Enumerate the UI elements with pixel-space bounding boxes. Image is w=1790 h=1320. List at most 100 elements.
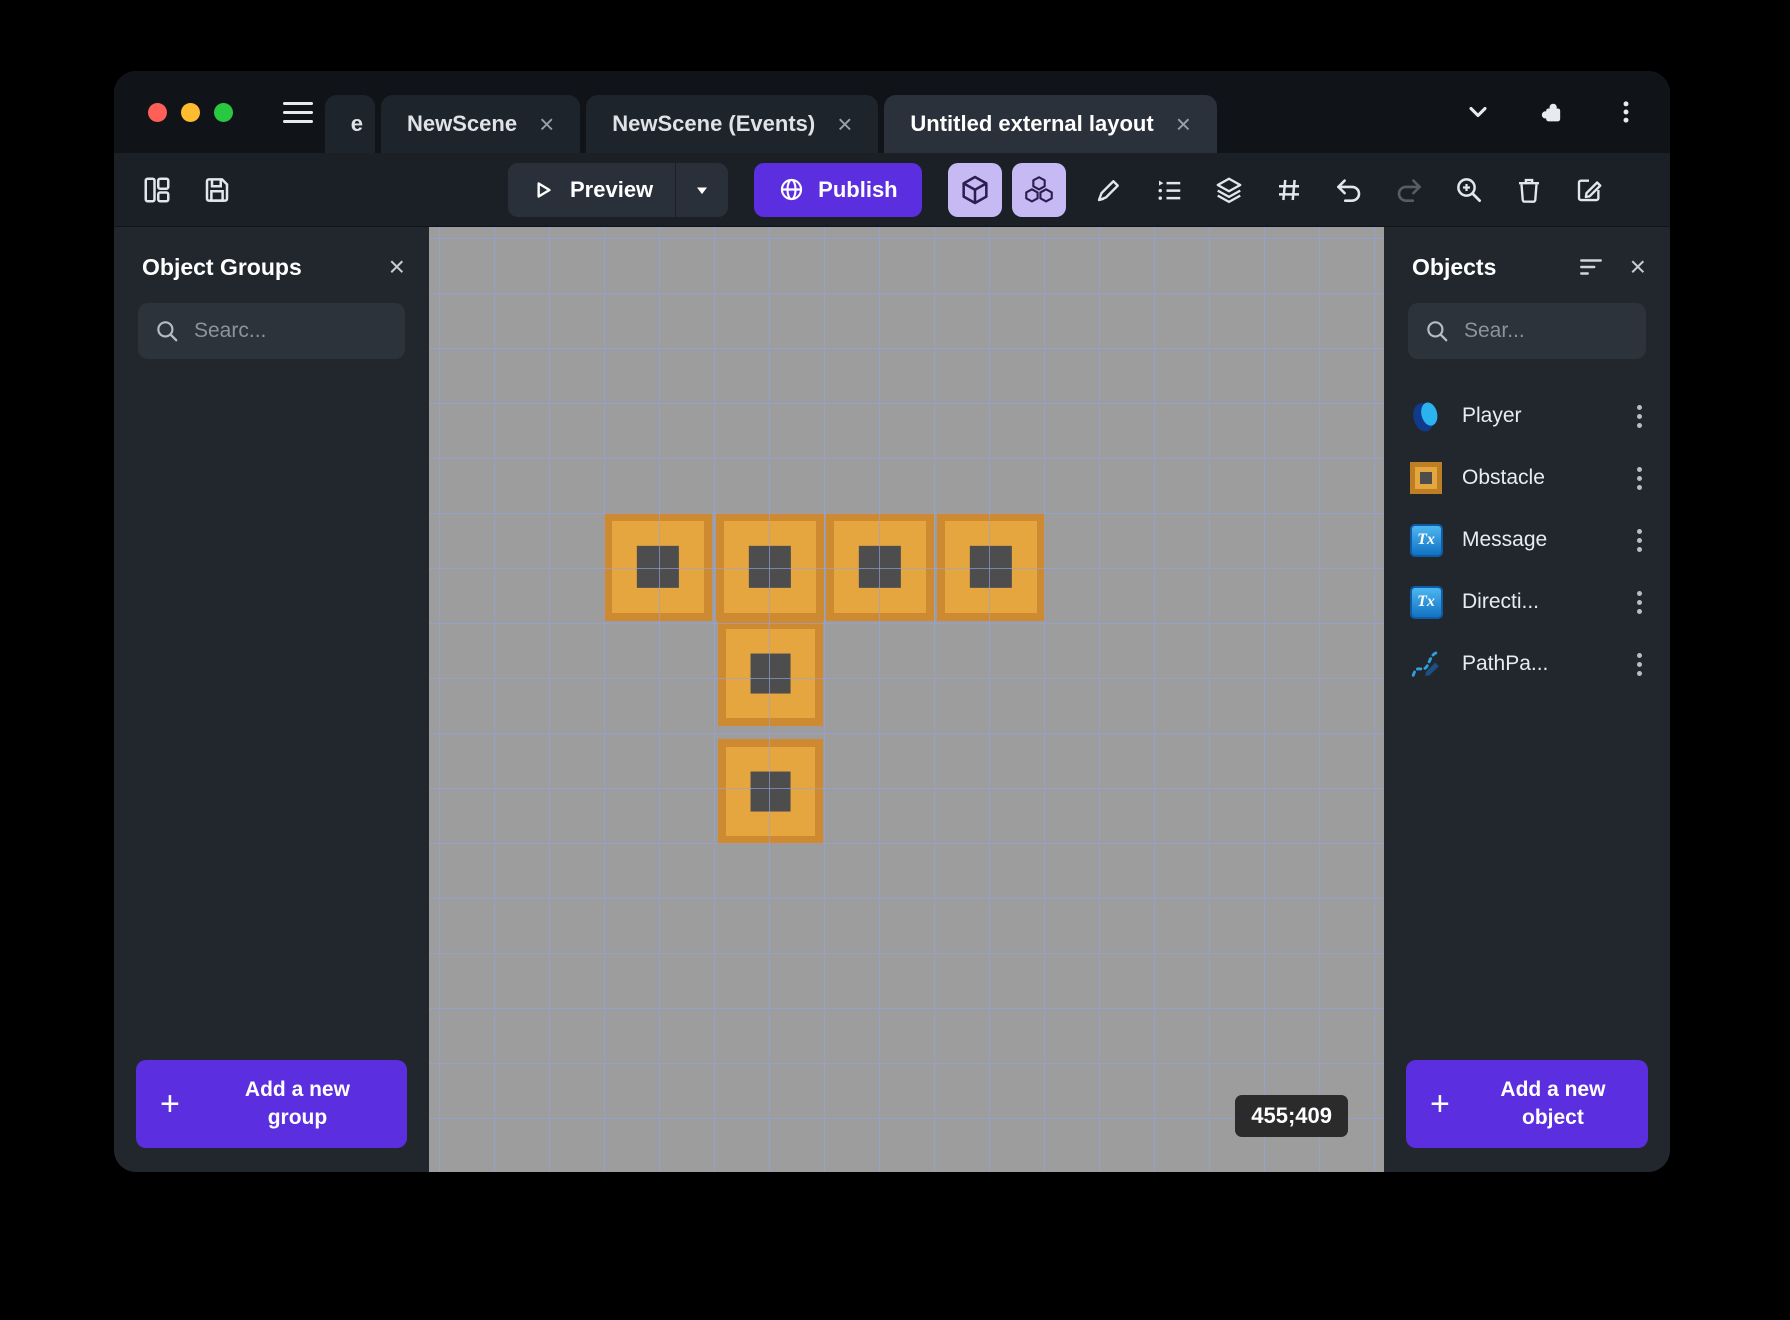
- object-groups-search[interactable]: [138, 303, 405, 359]
- minimize-window-button[interactable]: [181, 102, 200, 122]
- object-row-pathpaint[interactable]: PathPa...: [1384, 633, 1670, 695]
- preview-options-button[interactable]: [676, 180, 728, 200]
- filter-icon[interactable]: [1578, 254, 1604, 280]
- preview-label: Preview: [570, 176, 654, 202]
- tab-close-icon[interactable]: ×: [837, 111, 852, 137]
- instances-view-button[interactable]: [1011, 162, 1066, 217]
- text-object-icon: Tx: [1409, 585, 1443, 619]
- object-groups-title: Object Groups: [142, 253, 302, 280]
- obstacle-instance[interactable]: [826, 513, 934, 621]
- tab-newscene[interactable]: NewScene ×: [381, 95, 581, 153]
- grid-icon: [1278, 179, 1299, 200]
- kebab-icon: [1623, 101, 1629, 123]
- extensions-button[interactable]: [1538, 98, 1566, 126]
- tab-close-icon[interactable]: ×: [539, 111, 554, 137]
- edit-note-icon: [1577, 178, 1602, 201]
- paint-brush-button[interactable]: [1092, 173, 1126, 207]
- objects-search[interactable]: [1408, 303, 1646, 359]
- tab-close-icon[interactable]: ×: [1176, 111, 1191, 137]
- play-icon: [537, 181, 551, 198]
- publish-button[interactable]: Publish: [754, 162, 922, 217]
- cube-icon: [962, 175, 988, 204]
- list-icon: [1158, 180, 1180, 200]
- add-new-group-button[interactable]: + Add a new group: [136, 1060, 407, 1148]
- tab-partial[interactable]: e: [325, 95, 375, 153]
- close-object-groups-button[interactable]: ×: [389, 253, 405, 281]
- obstacle-instance-core: [748, 545, 792, 589]
- main-menu-button[interactable]: [283, 101, 313, 123]
- plus-icon: +: [1430, 1085, 1450, 1123]
- trash-icon: [1518, 178, 1539, 203]
- layers-button[interactable]: [1212, 173, 1246, 207]
- path-object-icon: [1411, 651, 1441, 677]
- search-icon: [157, 321, 178, 342]
- pencil-icon: [1097, 179, 1119, 201]
- text-object-icon: Tx: [1409, 523, 1443, 557]
- object-row-directions[interactable]: Tx Directi...: [1384, 571, 1670, 633]
- close-objects-button[interactable]: ×: [1630, 253, 1646, 281]
- object-groups-panel: Object Groups × + Add a new group: [114, 227, 429, 1172]
- close-window-button[interactable]: [148, 102, 167, 122]
- add-group-label-line1: Add a new: [244, 1077, 350, 1101]
- instances-list-button[interactable]: [1152, 173, 1186, 207]
- toolbar: Preview Publish: [114, 153, 1670, 227]
- object-options-icon[interactable]: [1637, 661, 1642, 667]
- redo-icon: [1397, 178, 1421, 202]
- obstacle-instance[interactable]: [937, 513, 1045, 621]
- tab-untitled-external-layout[interactable]: Untitled external layout ×: [884, 95, 1217, 153]
- rename-button[interactable]: [1572, 173, 1606, 207]
- search-icon: [1427, 321, 1448, 342]
- tab-newscene-events[interactable]: NewScene (Events) ×: [586, 95, 879, 153]
- object-row-obstacle[interactable]: Obstacle: [1384, 447, 1670, 509]
- zoom-window-button[interactable]: [214, 102, 233, 122]
- object-options-icon[interactable]: [1637, 413, 1642, 419]
- obstacle-instance[interactable]: [718, 739, 823, 844]
- obstacle-instance[interactable]: [716, 513, 824, 621]
- save-icon: [205, 177, 229, 202]
- delete-button[interactable]: [1512, 173, 1546, 207]
- view-3d-button[interactable]: [947, 162, 1002, 217]
- undo-button[interactable]: [1332, 173, 1366, 207]
- tab-label: NewScene: [407, 111, 518, 136]
- player-object-icon: [1413, 402, 1438, 432]
- undo-icon: [1336, 178, 1360, 202]
- puzzle-icon: [1541, 103, 1561, 122]
- tab-bar: e NewScene × NewScene (Events) × Untitle…: [325, 71, 1223, 153]
- obstacle-instance-core: [969, 545, 1013, 589]
- object-options-icon[interactable]: [1637, 475, 1642, 481]
- window-options-button[interactable]: [1612, 98, 1640, 126]
- caret-down-icon: [697, 187, 708, 194]
- add-object-label-line2: object: [1522, 1106, 1584, 1129]
- object-row-message[interactable]: Tx Message: [1384, 509, 1670, 571]
- object-options-icon[interactable]: [1637, 537, 1642, 543]
- object-groups-search-input[interactable]: [192, 318, 389, 344]
- object-options-icon[interactable]: [1637, 599, 1642, 605]
- obstacle-object-icon: [1410, 462, 1442, 494]
- redo-button[interactable]: [1392, 173, 1426, 207]
- magnifier-plus-icon: [1456, 177, 1481, 202]
- save-button[interactable]: [200, 173, 234, 207]
- open-editors-panel-button[interactable]: [140, 173, 174, 207]
- plus-icon: +: [160, 1085, 180, 1123]
- scene-canvas[interactable]: 455;409: [429, 227, 1384, 1172]
- chevron-down-icon: [1469, 106, 1487, 118]
- obstacle-instance[interactable]: [604, 513, 712, 621]
- object-row-player[interactable]: Player: [1384, 385, 1670, 447]
- add-new-object-button[interactable]: + Add a new object: [1406, 1060, 1648, 1148]
- zoom-button[interactable]: [1452, 173, 1486, 207]
- titlebar-right-actions: [1464, 98, 1670, 126]
- titlebar: e NewScene × NewScene (Events) × Untitle…: [114, 71, 1670, 153]
- add-group-label-line2: group: [267, 1106, 328, 1129]
- grid-button[interactable]: [1272, 173, 1306, 207]
- objects-list: Player Obstacle Tx Message Tx Directi...…: [1384, 385, 1670, 695]
- obstacle-instance[interactable]: [718, 621, 823, 726]
- layers-icon: [1216, 177, 1242, 203]
- obstacle-instance-core: [636, 545, 680, 589]
- preview-button[interactable]: Preview: [508, 162, 729, 217]
- objects-search-input[interactable]: [1462, 318, 1630, 344]
- tabs-overflow-button[interactable]: [1464, 98, 1492, 126]
- tab-label: Untitled external layout: [910, 111, 1154, 136]
- publish-label: Publish: [818, 176, 898, 202]
- app-window: e NewScene × NewScene (Events) × Untitle…: [114, 71, 1670, 1172]
- preview-button-main[interactable]: Preview: [508, 177, 675, 203]
